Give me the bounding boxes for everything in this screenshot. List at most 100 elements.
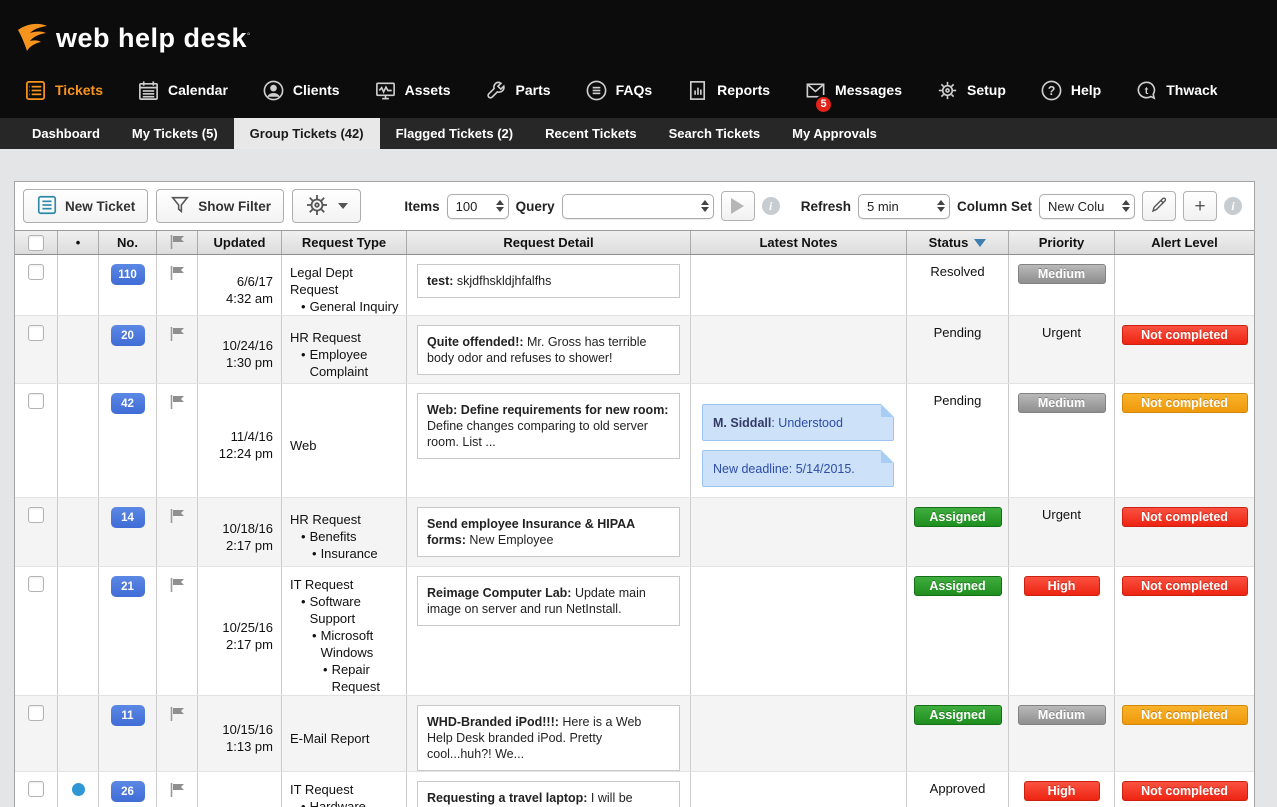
latest-notes-cell <box>691 255 907 315</box>
ticket-number-badge[interactable]: 20 <box>111 325 145 346</box>
updated-cell: 10/18/162:17 pm <box>198 498 282 566</box>
nav-item-clients[interactable]: Clients <box>262 79 340 102</box>
nav-item-thwack[interactable]: tThwack <box>1135 79 1217 102</box>
ticket-row-20: 2010/24/161:30 pmHR Request•Employee Com… <box>15 316 1254 384</box>
request-detail-cell: Send employee Insurance & HIPAA forms: N… <box>407 498 691 566</box>
unread-dot-cell <box>58 696 99 771</box>
column-header-updated[interactable]: Updated <box>198 231 282 254</box>
nav-item-setup[interactable]: Setup <box>936 79 1006 102</box>
ticket-number-cell: 14 <box>99 498 157 566</box>
query-info-icon[interactable]: i <box>762 197 780 215</box>
request-detail-box[interactable]: Web: Define requirements for new room: D… <box>417 393 680 459</box>
refresh-select[interactable]: 5 min <box>858 194 950 219</box>
column-set-info-icon[interactable]: i <box>1224 197 1242 215</box>
select-all-checkbox[interactable] <box>28 235 44 251</box>
request-detail-box[interactable]: test: skjdfhskldjhfalfhs <box>417 264 680 298</box>
subtab-flagged-tickets-2[interactable]: Flagged Tickets (2) <box>380 118 530 149</box>
row-checkbox[interactable] <box>28 393 44 409</box>
nav-label: Assets <box>405 82 451 98</box>
flag-icon[interactable] <box>169 576 186 596</box>
nav-item-assets[interactable]: Assets <box>374 79 451 102</box>
flag-icon[interactable] <box>169 507 186 527</box>
row-checkbox[interactable] <box>28 781 44 797</box>
column-header-status[interactable]: Status <box>907 231 1009 254</box>
ticket-number-badge[interactable]: 42 <box>111 393 145 414</box>
nav-item-help[interactable]: ?Help <box>1040 79 1101 102</box>
request-type-main: Web <box>290 437 317 454</box>
request-detail-box[interactable]: WHD-Branded iPod!!!: Here is a Web Help … <box>417 705 680 771</box>
request-detail-box[interactable]: Quite offended!: Mr. Gross has terrible … <box>417 325 680 375</box>
request-detail-box[interactable]: Requesting a travel laptop: I will be tr… <box>417 781 680 807</box>
row-checkbox[interactable] <box>28 325 44 341</box>
ticket-number-badge[interactable]: 21 <box>111 576 145 597</box>
updated-date: 10/18/16 <box>222 520 273 537</box>
status-cell: Pending <box>907 316 1009 383</box>
ticket-row-14: 1410/18/162:17 pmHR Request•Benefits•Ins… <box>15 498 1254 567</box>
edit-column-set-button[interactable] <box>1142 191 1176 221</box>
column-header-request-type[interactable]: Request Type <box>282 231 407 254</box>
request-detail-box[interactable]: Reimage Computer Lab: Update main image … <box>417 576 680 626</box>
request-type-sub: •Employee Complaint <box>290 346 400 380</box>
request-detail-box[interactable]: Send employee Insurance & HIPAA forms: N… <box>417 507 680 557</box>
nav-item-calendar[interactable]: Calendar <box>137 79 228 102</box>
select-all-header[interactable] <box>15 231 58 254</box>
thwack-speech-icon: t <box>1135 79 1158 102</box>
nav-item-parts[interactable]: Parts <box>485 79 551 102</box>
ticket-number-badge[interactable]: 14 <box>111 507 145 528</box>
new-ticket-button[interactable]: New Ticket <box>23 189 148 223</box>
row-checkbox[interactable] <box>28 264 44 280</box>
run-query-button[interactable] <box>721 191 755 221</box>
row-select-cell <box>15 567 58 695</box>
flag-icon[interactable] <box>169 264 186 284</box>
row-checkbox[interactable] <box>28 507 44 523</box>
nav-item-messages[interactable]: Messages5 <box>804 79 902 102</box>
flag-icon[interactable] <box>169 393 186 413</box>
add-column-set-button[interactable]: + <box>1183 191 1217 221</box>
subtab-group-tickets-42[interactable]: Group Tickets (42) <box>234 118 380 149</box>
column-header-priority[interactable]: Priority <box>1009 231 1115 254</box>
nav-label: Reports <box>717 82 770 98</box>
column-header-alert-level[interactable]: Alert Level <box>1115 231 1254 254</box>
nav-item-tickets[interactable]: Tickets <box>24 79 103 102</box>
column-set-select[interactable]: New Colu <box>1039 194 1135 219</box>
flag-column-header[interactable] <box>157 231 198 254</box>
bulk-actions-gear-button[interactable] <box>292 189 361 223</box>
show-filter-button[interactable]: Show Filter <box>156 189 284 223</box>
subtab-search-tickets[interactable]: Search Tickets <box>653 118 777 149</box>
latest-note[interactable]: M. Siddall: Understood <box>702 404 894 441</box>
nav-item-reports[interactable]: Reports <box>686 79 770 102</box>
column-header-latest-notes[interactable]: Latest Notes <box>691 231 907 254</box>
column-header--[interactable]: • <box>58 231 99 254</box>
flag-icon[interactable] <box>169 325 186 345</box>
ticket-number-badge[interactable]: 26 <box>111 781 145 802</box>
ticket-number-badge[interactable]: 110 <box>111 264 145 285</box>
subtab-dashboard[interactable]: Dashboard <box>16 118 116 149</box>
column-header-request-detail[interactable]: Request Detail <box>407 231 691 254</box>
request-detail-cell: WHD-Branded iPod!!!: Here is a Web Help … <box>407 696 691 771</box>
updated-time: 2:17 pm <box>226 636 273 653</box>
request-detail-cell: Requesting a travel laptop: I will be tr… <box>407 772 691 807</box>
column-header-no-[interactable]: No. <box>99 231 157 254</box>
latest-note[interactable]: New deadline: 5/14/2015. <box>702 450 894 487</box>
query-select[interactable] <box>562 194 714 219</box>
row-select-cell <box>15 498 58 566</box>
reports-document-icon <box>686 79 709 102</box>
flag-icon[interactable] <box>169 705 186 725</box>
column-header-label: No. <box>117 235 138 250</box>
priority-cell: Medium <box>1009 255 1115 315</box>
row-checkbox[interactable] <box>28 576 44 592</box>
subtab-my-tickets-5[interactable]: My Tickets (5) <box>116 118 234 149</box>
ticket-number-cell: 42 <box>99 384 157 497</box>
subtab-recent-tickets[interactable]: Recent Tickets <box>529 118 653 149</box>
faqs-circle-list-icon <box>585 79 608 102</box>
ticket-number-badge[interactable]: 11 <box>111 705 145 726</box>
status-text: Pending <box>934 393 982 408</box>
subtab-my-approvals[interactable]: My Approvals <box>776 118 893 149</box>
flag-icon[interactable] <box>169 781 186 801</box>
row-checkbox[interactable] <box>28 705 44 721</box>
updated-time: 1:13 pm <box>226 738 273 755</box>
status-badge: Assigned <box>914 705 1002 725</box>
nav-item-faqs[interactable]: FAQs <box>585 79 653 102</box>
svg-text:t: t <box>1145 84 1149 96</box>
items-select[interactable]: 100 <box>447 194 509 219</box>
